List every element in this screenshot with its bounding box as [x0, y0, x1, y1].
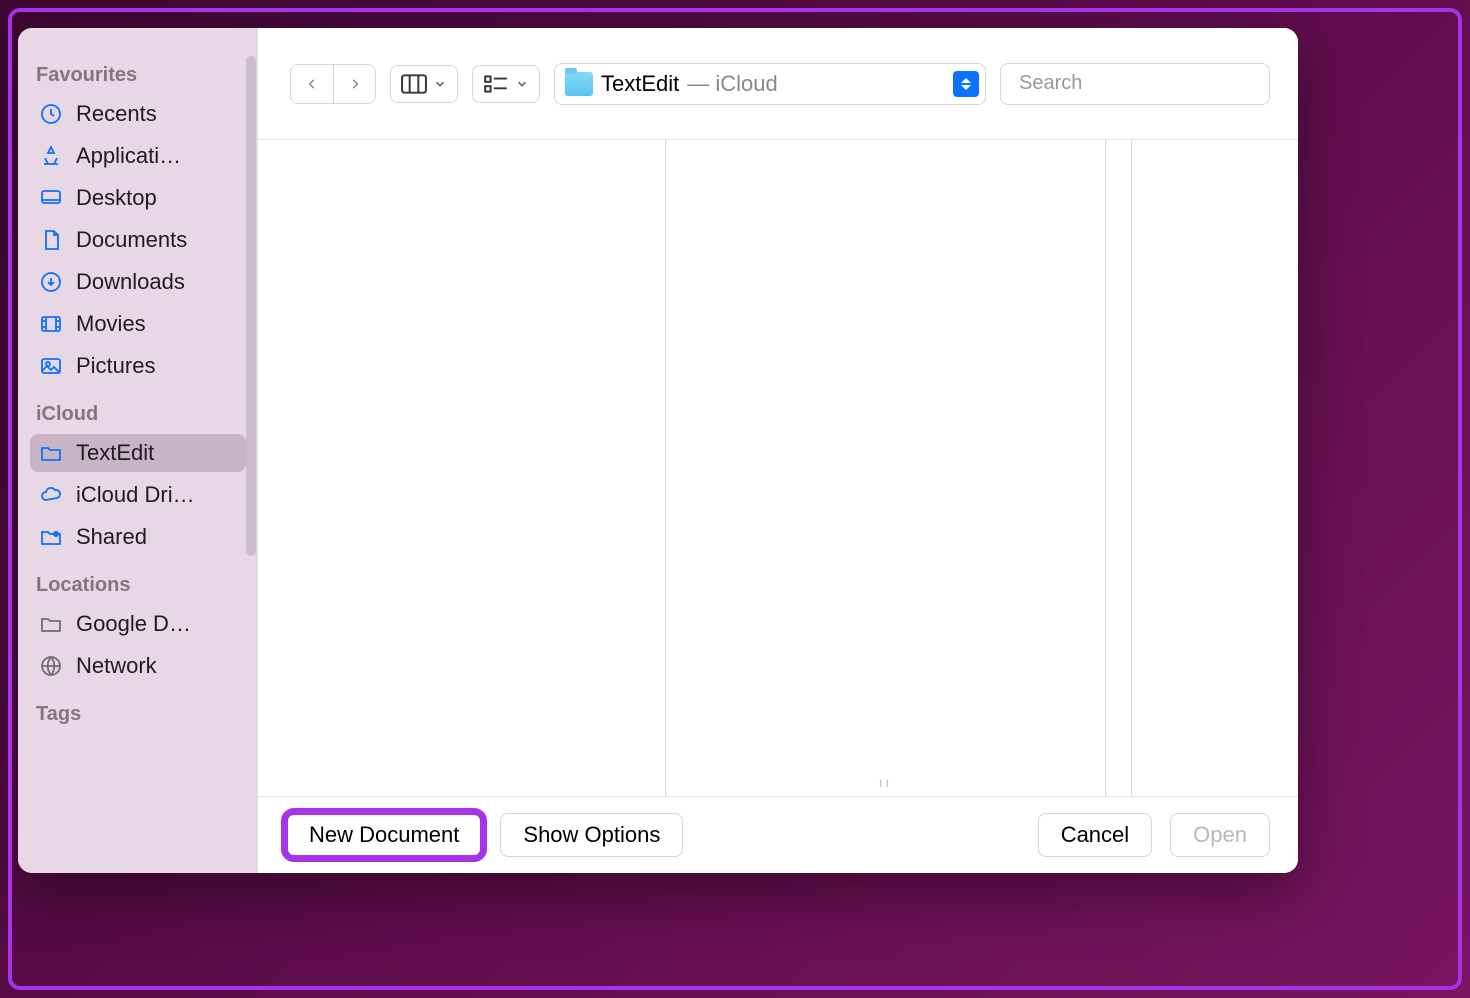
sidebar-item-google-drive[interactable]: Google D… [30, 605, 246, 643]
sidebar-item-label: Google D… [76, 611, 191, 637]
search-input[interactable] [1019, 72, 1284, 95]
new-document-button[interactable]: New Document [286, 813, 482, 857]
sidebar-item-applications[interactable]: Applicati… [30, 137, 246, 175]
sidebar-item-label: Shared [76, 524, 147, 550]
browser-column-3[interactable] [1106, 140, 1132, 796]
column-resize-handle[interactable]: ıı [879, 774, 893, 790]
cancel-button[interactable]: Cancel [1038, 813, 1152, 857]
location-popup[interactable]: TextEdit — iCloud [554, 63, 986, 105]
nav-buttons [290, 64, 376, 104]
view-columns-button[interactable] [390, 65, 458, 103]
sidebar-item-label: Recents [76, 101, 157, 127]
updown-icon [953, 71, 979, 97]
chevron-down-icon [515, 77, 529, 91]
sidebar-item-label: Pictures [76, 353, 155, 379]
movies-icon [38, 311, 64, 337]
sidebar-item-shared[interactable]: Shared [30, 518, 246, 556]
dialog-footer: New Document Show Options Cancel Open [258, 796, 1298, 873]
folder-icon [38, 440, 64, 466]
icloud-header: iCloud [30, 399, 246, 430]
locations-header: Locations [30, 570, 246, 601]
browser-column-1[interactable] [258, 140, 666, 796]
applications-icon [38, 143, 64, 169]
sidebar-item-downloads[interactable]: Downloads [30, 263, 246, 301]
forward-button[interactable] [333, 65, 375, 103]
search-box[interactable] [1000, 63, 1270, 105]
sidebar-item-label: Network [76, 653, 157, 679]
location-sub: — iCloud [687, 71, 777, 97]
column-browser[interactable]: ıı [258, 140, 1298, 796]
open-dialog: Favourites Recents Applicati… Desktop Do… [18, 28, 1298, 873]
sidebar-item-label: Documents [76, 227, 187, 253]
show-options-button[interactable]: Show Options [500, 813, 683, 857]
cloud-icon [38, 482, 64, 508]
document-icon [38, 227, 64, 253]
toolbar: TextEdit — iCloud [258, 28, 1298, 140]
sidebar-item-label: iCloud Dri… [76, 482, 195, 508]
network-icon [38, 653, 64, 679]
chevron-right-icon [348, 77, 362, 91]
sidebar-item-network[interactable]: Network [30, 647, 246, 685]
sidebar-item-documents[interactable]: Documents [30, 221, 246, 259]
group-icon [483, 74, 509, 94]
downloads-icon [38, 269, 64, 295]
sidebar-scrollbar[interactable] [246, 56, 256, 556]
chevron-down-icon [433, 77, 447, 91]
sidebar: Favourites Recents Applicati… Desktop Do… [18, 28, 258, 873]
pictures-icon [38, 353, 64, 379]
sidebar-item-movies[interactable]: Movies [30, 305, 246, 343]
tags-header: Tags [30, 699, 246, 730]
sidebar-item-label: Applicati… [76, 143, 181, 169]
sidebar-item-pictures[interactable]: Pictures [30, 347, 246, 385]
sidebar-item-label: Desktop [76, 185, 157, 211]
sidebar-item-label: Movies [76, 311, 146, 337]
folder-icon [38, 611, 64, 637]
sidebar-item-label: TextEdit [76, 440, 154, 466]
sidebar-item-label: Downloads [76, 269, 185, 295]
view-group-button[interactable] [472, 65, 540, 103]
main-pane: TextEdit — iCloud ıı New Document Show O… [258, 28, 1298, 873]
sidebar-item-recents[interactable]: Recents [30, 95, 246, 133]
location-name: TextEdit [601, 71, 679, 97]
sidebar-item-icloud-drive[interactable]: iCloud Dri… [30, 476, 246, 514]
open-button[interactable]: Open [1170, 813, 1270, 857]
clock-icon [38, 101, 64, 127]
back-button[interactable] [291, 65, 333, 103]
favourites-header: Favourites [30, 60, 246, 91]
chevron-left-icon [305, 77, 319, 91]
desktop-icon [38, 185, 64, 211]
sidebar-item-desktop[interactable]: Desktop [30, 179, 246, 217]
sidebar-item-textedit[interactable]: TextEdit [30, 434, 246, 472]
browser-column-2[interactable]: ıı [666, 140, 1106, 796]
shared-icon [38, 524, 64, 550]
columns-icon [401, 74, 427, 94]
folder-icon [565, 72, 593, 96]
